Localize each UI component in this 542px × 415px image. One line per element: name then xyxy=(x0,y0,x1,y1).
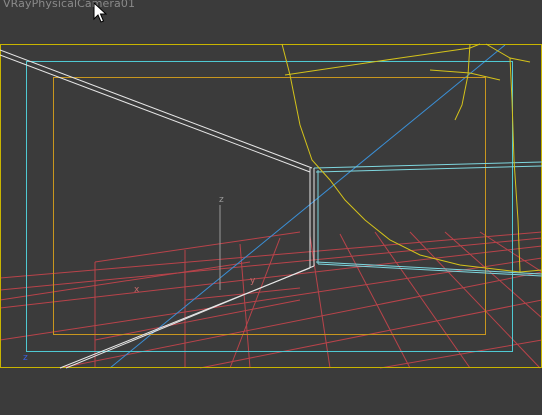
grid-line xyxy=(184,287,301,301)
grid-line xyxy=(374,231,471,369)
safe-frame-outer xyxy=(0,44,542,368)
floor-grid xyxy=(0,231,542,369)
room-wireframe xyxy=(0,49,315,369)
corner-axis-label: z xyxy=(23,353,28,363)
grid-line xyxy=(94,231,301,263)
x-axis-label: x xyxy=(134,285,140,295)
grid-line xyxy=(309,235,331,369)
safe-frame-action xyxy=(26,61,513,352)
z-axis-label: z xyxy=(219,195,224,205)
grid-line xyxy=(409,231,541,369)
viewport-label[interactable]: VRayPhysicalCamera01 xyxy=(3,0,135,10)
y-axis-label: y xyxy=(250,276,256,286)
arrow-cursor-icon xyxy=(93,2,107,23)
viewport-camera[interactable]: VRayPhysicalCamera01 z x y z xyxy=(0,0,542,415)
axis-gizmo: z x y xyxy=(134,195,256,295)
spline-object xyxy=(281,43,542,273)
viewport-scene[interactable]: z x y z xyxy=(0,0,542,415)
